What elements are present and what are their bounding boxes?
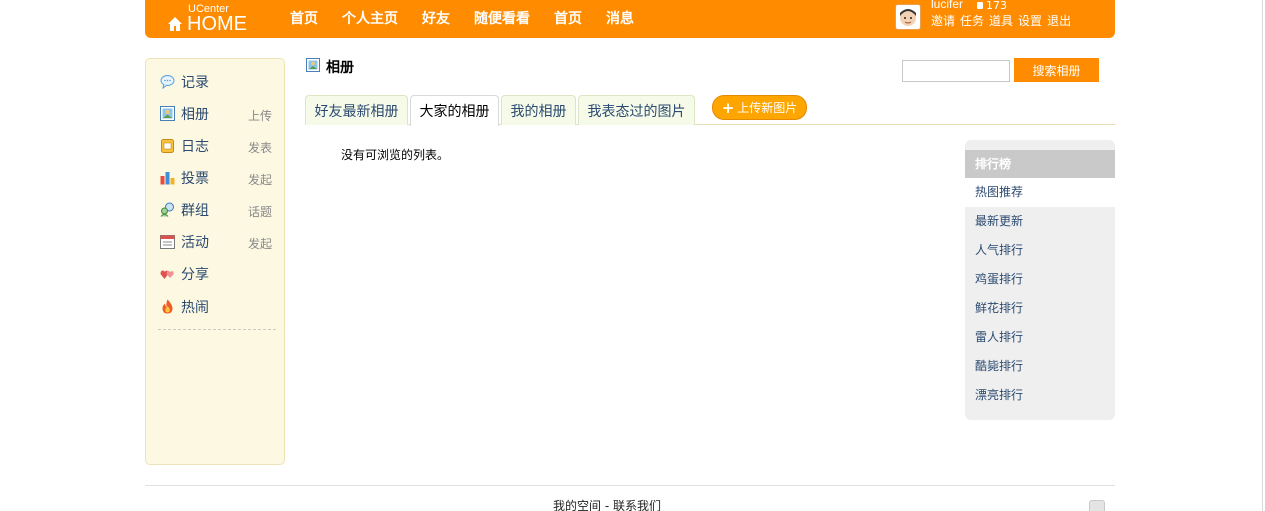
nav-item-friends[interactable]: 好友	[422, 8, 450, 28]
footer-links: 我的空间 - 联系我们	[553, 497, 661, 511]
tab-rated-photos[interactable]: 我表态过的图片	[578, 95, 695, 125]
logo-line2: HOME	[187, 13, 247, 35]
ranking-item[interactable]: 漂亮排行	[965, 381, 1115, 410]
search-input[interactable]	[902, 60, 1010, 82]
bar-chart-icon	[160, 172, 175, 185]
logo[interactable]: UCenter HOME	[167, 1, 257, 35]
fire-icon	[162, 299, 173, 314]
page-title: 相册	[326, 60, 354, 76]
nav-item-home[interactable]: 首页	[290, 8, 318, 28]
ranking-title: 排行榜	[965, 150, 1115, 178]
sidebar-item-groups[interactable]: 群组 话题	[160, 199, 272, 219]
calendar-icon	[160, 235, 175, 249]
user-name[interactable]: lucifer	[931, 0, 963, 11]
ranking-item[interactable]: 酷毙排行	[965, 352, 1115, 381]
avatar-face-icon	[900, 9, 916, 26]
sidebar-item-records[interactable]: 记录	[160, 71, 272, 91]
sidebar: 记录 相册 上传 日志 发表 投票 发起 群组 话题 活动 发起 分享 热闹	[145, 58, 285, 465]
ranking-item[interactable]: 人气排行	[965, 236, 1115, 265]
ranking-item[interactable]: 热图推荐	[965, 178, 1115, 207]
upload-label: 上传新图片	[737, 101, 798, 115]
tab-everyones-albums[interactable]: 大家的相册	[410, 95, 499, 126]
ranking-panel: 排行榜 热图推荐 最新更新 人气排行 鸡蛋排行 鲜花排行 雷人排行 酷毙排行 漂…	[965, 140, 1115, 420]
home-icon	[168, 17, 182, 31]
sidebar-item-share[interactable]: 分享	[160, 263, 272, 283]
nav-item-profile[interactable]: 个人主页	[342, 8, 398, 28]
nav-item-home-2[interactable]: 首页	[554, 8, 582, 28]
nav-item-browse[interactable]: 随便看看	[474, 8, 530, 28]
invite-link[interactable]: 邀请	[931, 12, 955, 29]
sidebar-item-label: 热闹	[181, 300, 209, 316]
sidebar-item-events[interactable]: 活动 发起	[160, 231, 272, 251]
tab-friends-latest[interactable]: 好友最新相册	[305, 95, 408, 125]
window-edge	[1262, 0, 1263, 511]
sidebar-item-action[interactable]: 发起	[248, 171, 272, 188]
sidebar-item-label: 活动	[181, 235, 209, 251]
ranking-item[interactable]: 鲜花排行	[965, 294, 1115, 323]
sidebar-divider	[158, 329, 276, 330]
sidebar-item-hot[interactable]: 热闹	[160, 296, 272, 316]
sidebar-item-action[interactable]: 话题	[248, 203, 272, 220]
credit-count: 173	[977, 0, 1007, 12]
top-header: UCenter HOME 首页 个人主页 好友 随便看看 首页 消息 lucif…	[145, 0, 1115, 38]
album-icon	[306, 58, 320, 72]
empty-message: 没有可浏览的列表。	[341, 148, 450, 162]
coin-icon	[977, 2, 983, 9]
ranking-item[interactable]: 雷人排行	[965, 323, 1115, 352]
sidebar-item-action[interactable]: 上传	[248, 107, 272, 124]
upload-photo-button[interactable]: + 上传新图片	[712, 95, 807, 120]
group-icon	[160, 202, 174, 217]
main-nav: 首页 个人主页 好友 随便看看 首页 消息	[290, 8, 658, 28]
props-link[interactable]: 道具	[989, 12, 1013, 29]
sidebar-item-label: 投票	[181, 171, 209, 187]
sidebar-item-label: 日志	[181, 139, 209, 155]
sidebar-item-label: 分享	[181, 267, 209, 283]
plus-icon: +	[721, 98, 735, 117]
hearts-icon	[160, 270, 174, 279]
tasks-link[interactable]: 任务	[960, 12, 984, 29]
ranking-item[interactable]: 鸡蛋排行	[965, 265, 1115, 294]
sidebar-item-label: 相册	[181, 107, 209, 123]
settings-link[interactable]: 设置	[1018, 12, 1042, 29]
footer-separator: -	[601, 499, 613, 511]
logout-link[interactable]: 退出	[1047, 12, 1071, 29]
speech-bubble-icon	[160, 75, 175, 89]
nav-item-messages[interactable]: 消息	[606, 8, 634, 28]
notebook-icon	[161, 139, 174, 153]
sidebar-item-label: 群组	[181, 203, 209, 219]
user-links: 邀请 任务 道具 设置 退出	[931, 12, 1076, 29]
search-album-button[interactable]: 搜索相册	[1014, 58, 1099, 82]
credit-value: 173	[986, 0, 1007, 12]
tab-my-albums[interactable]: 我的相册	[501, 95, 576, 125]
sidebar-item-label: 记录	[181, 75, 209, 91]
sidebar-item-action[interactable]: 发表	[248, 139, 272, 156]
sidebar-item-poll[interactable]: 投票 发起	[160, 167, 272, 187]
sidebar-item-action[interactable]: 发起	[248, 235, 272, 252]
footer-divider	[145, 485, 1115, 486]
back-to-top-icon[interactable]	[1089, 500, 1105, 511]
contact-us-link[interactable]: 联系我们	[613, 499, 661, 511]
album-icon	[160, 106, 175, 121]
sidebar-item-blog[interactable]: 日志 发表	[160, 135, 272, 155]
avatar[interactable]	[895, 4, 921, 30]
my-space-link[interactable]: 我的空间	[553, 499, 601, 511]
ranking-item[interactable]: 最新更新	[965, 207, 1115, 236]
sidebar-item-album[interactable]: 相册 上传	[160, 103, 272, 123]
